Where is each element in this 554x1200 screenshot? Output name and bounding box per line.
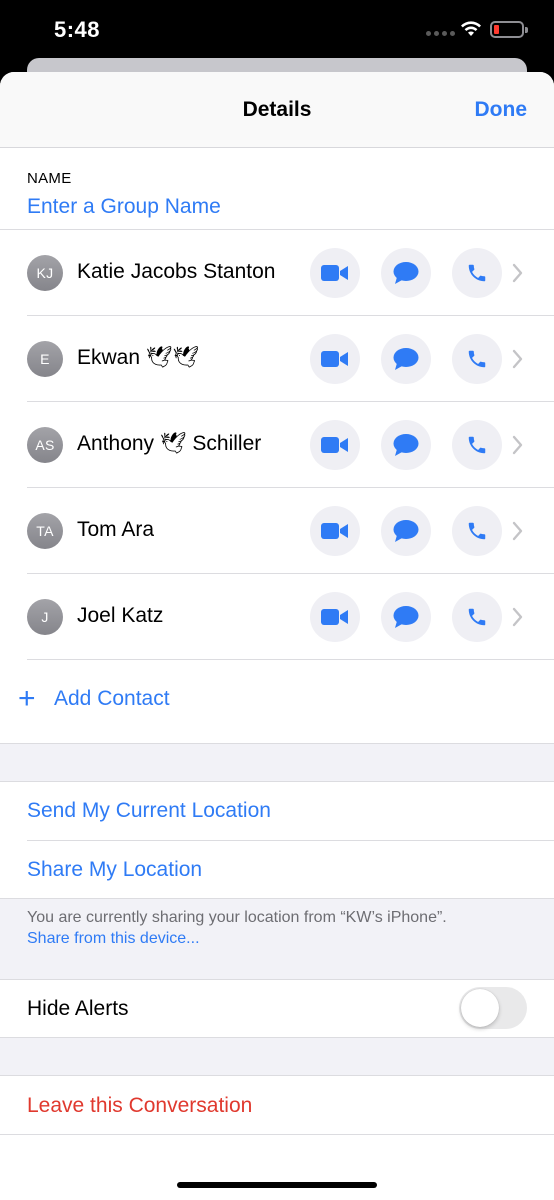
contact-row[interactable]: KJ Katie Jacobs Stanton [0,230,554,316]
video-camera-icon [321,523,348,539]
message-button[interactable] [381,506,431,556]
contact-row[interactable]: E Ekwan 🕊🕊 [0,316,554,402]
location-footnote: You are currently sharing your location … [27,909,447,926]
chevron-right-icon [512,521,523,541]
message-bubble-icon [393,262,419,284]
avatar: TA [27,513,63,549]
cellular-signal-icon [426,31,455,36]
status-time: 5:48 [54,17,101,42]
divider [27,840,554,841]
phone-icon [468,436,486,454]
video-call-button[interactable] [310,506,360,556]
toggle-knob [461,989,499,1027]
add-contact-label: Add Contact [54,687,170,710]
hide-alerts-toggle[interactable] [459,987,527,1029]
name-label: NAME [27,170,72,187]
phone-call-button[interactable] [452,334,502,384]
divider [27,659,554,660]
phone-call-button[interactable] [452,506,502,556]
hide-alerts-label: Hide Alerts [27,997,129,1020]
contact-name: Anthony 🕊 Schiller [77,432,262,455]
leave-conversation-button[interactable]: Leave this Conversation [27,1094,252,1118]
status-bar: 5:48 [0,0,554,62]
group-name-input[interactable] [27,195,507,219]
message-button[interactable] [381,592,431,642]
details-sheet: Details Done NAME KJ Katie Jacobs Stanto… [0,72,554,1200]
chevron-right-icon [512,435,523,455]
video-camera-icon [321,265,348,281]
video-call-button[interactable] [310,248,360,298]
page-title: Details [242,98,312,121]
send-current-location-button[interactable]: Send My Current Location [27,799,271,823]
message-button[interactable] [381,420,431,470]
battery-icon [490,21,528,38]
contact-name: Ekwan 🕊🕊 [77,346,200,369]
phone-icon [468,264,486,282]
home-indicator[interactable] [177,1182,377,1188]
message-bubble-icon [393,520,419,542]
phone-call-button[interactable] [452,420,502,470]
done-button[interactable]: Done [475,98,528,122]
contact-name: Joel Katz [77,604,164,627]
video-camera-icon [321,351,348,367]
message-bubble-icon [393,606,419,628]
video-call-button[interactable] [310,334,360,384]
video-call-button[interactable] [310,592,360,642]
message-bubble-icon [393,348,419,370]
section-separator [0,1037,554,1076]
share-from-this-device-link[interactable]: Share from this device... [27,930,200,948]
contact-name: Katie Jacobs Stanton [77,260,276,283]
phone-icon [468,522,486,540]
plus-icon: + [18,682,36,715]
phone-icon [468,608,486,626]
chevron-right-icon [512,607,523,627]
phone-icon [468,350,486,368]
phone-call-button[interactable] [452,248,502,298]
video-camera-icon [321,437,348,453]
avatar: E [27,341,63,377]
message-bubble-icon [393,434,419,456]
section-separator [0,743,554,782]
avatar: J [27,599,63,635]
contact-row[interactable]: AS Anthony 🕊 Schiller [0,402,554,488]
chevron-right-icon [512,349,523,369]
phone-call-button[interactable] [452,592,502,642]
message-button[interactable] [381,334,431,384]
message-button[interactable] [381,248,431,298]
avatar: KJ [27,255,63,291]
add-contact-button[interactable]: + Add Contact [18,684,170,714]
contact-row[interactable]: TA Tom Ara [0,488,554,574]
nav-bar: Details Done [0,72,554,148]
divider [0,1134,554,1135]
share-location-button[interactable]: Share My Location [27,858,202,882]
contact-name: Tom Ara [77,518,155,541]
avatar: AS [27,427,63,463]
video-camera-icon [321,609,348,625]
contact-row[interactable]: J Joel Katz [0,574,554,660]
wifi-icon [461,21,481,36]
chevron-right-icon [512,263,523,283]
video-call-button[interactable] [310,420,360,470]
